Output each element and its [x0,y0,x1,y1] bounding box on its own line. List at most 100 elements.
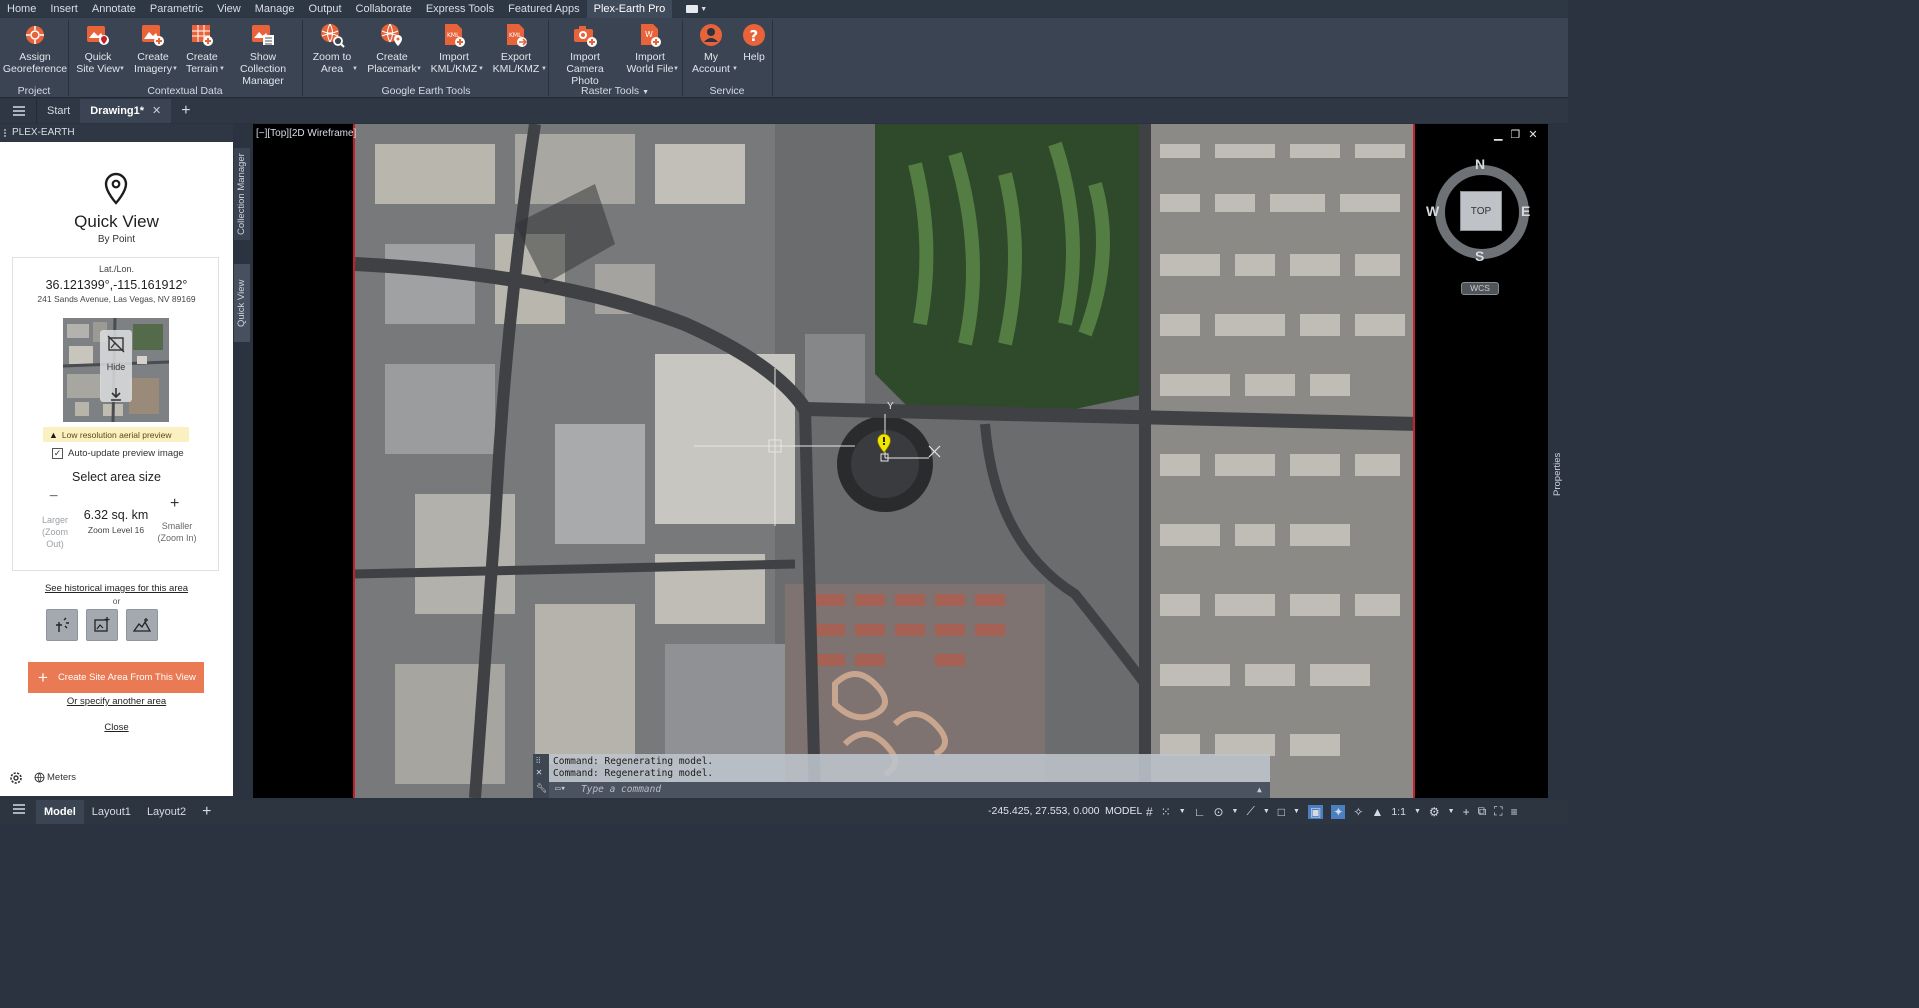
chevron-down-icon[interactable]: ▼ [416,66,422,72]
chevron-down-icon[interactable]: ▼ [673,66,679,72]
hamburger-icon[interactable]: ≡ [1511,805,1518,819]
cursor-coordinates[interactable]: -245.425, 27.553, 0.000 [988,805,1100,817]
fullscreen-icon[interactable]: ⛶ [1494,804,1502,819]
workspace-dropdown[interactable]: ▼ [686,3,708,15]
zoom-out-button[interactable]: − [49,488,58,506]
historical-imagery-button[interactable] [46,609,78,641]
tab-output[interactable]: Output [302,0,349,18]
annotation-visibility-icon[interactable]: ✦ [1331,804,1346,819]
annotation-scale-value[interactable]: 1:1 [1391,806,1406,818]
close-icon[interactable]: ✕ [536,767,542,778]
chevron-down-icon[interactable]: ▼ [1448,808,1455,815]
import-camera-photo-button[interactable]: Import Camera Photo [552,22,618,87]
drag-handle-icon[interactable]: ⁞⁞ [536,756,540,765]
chevron-down-icon[interactable]: ▼ [541,66,547,72]
grid-icon[interactable]: # [1146,805,1153,819]
command-prompt-icon[interactable]: ▭▾ [555,784,566,794]
chevron-down-icon[interactable]: ▼ [732,66,738,72]
layout-menu-button[interactable] [0,800,36,824]
tab-annotate[interactable]: Annotate [85,0,143,18]
specify-another-area-link[interactable]: Or specify another area [0,696,233,707]
chevron-down-icon[interactable]: ▼ [1414,808,1421,815]
osnap-icon[interactable]: □ [1278,805,1285,819]
tab-parametric[interactable]: Parametric [143,0,210,18]
tab-drawing1[interactable]: Drawing1* ✕ [80,99,172,123]
chevron-up-icon[interactable]: ▲ [1257,785,1262,794]
model-space-toggle[interactable]: MODEL [1105,805,1142,817]
auto-update-checkbox[interactable]: ✓ [52,448,63,459]
close-icon[interactable]: ✕ [152,99,161,123]
create-site-area-button[interactable]: + Create Site Area From This View [28,662,204,693]
wcs-menu[interactable]: WCS [1461,282,1499,295]
tab-layout2[interactable]: Layout2 [139,800,194,824]
hide-preview-button[interactable] [107,335,125,356]
annotation-scale-icon[interactable]: ▲ [1371,805,1383,819]
chevron-down-icon[interactable]: ▼ [1263,808,1270,815]
terrain-tool-button[interactable] [126,609,158,641]
tab-home[interactable]: Home [0,0,43,18]
show-collection-manager-button[interactable]: Show Collection Manager [226,22,300,87]
drag-handle-icon[interactable] [4,129,6,137]
selection-cycling-icon[interactable]: ▣ [1307,804,1324,819]
quick-site-view-button[interactable]: Quick Site View [74,22,122,75]
wrench-icon[interactable]: 🔧︎ [536,784,547,794]
isolate-objects-icon[interactable]: ⧉ [1478,804,1487,819]
chevron-down-icon[interactable]: ▼ [1232,808,1239,815]
chevron-down-icon[interactable]: ▼ [1179,808,1186,815]
historical-images-link[interactable]: See historical images for this area [0,583,233,594]
tab-view[interactable]: View [210,0,248,18]
new-layout-button[interactable]: + [194,800,219,824]
tab-model[interactable]: Model [36,800,84,824]
zoom-in-button[interactable]: + [170,495,179,513]
polar-icon[interactable]: ⊙ [1213,805,1223,819]
import-world-file-button[interactable]: W Import World File [622,22,678,75]
tab-featured-apps[interactable]: Featured Apps [501,0,587,18]
application-menu-button[interactable] [0,99,36,123]
chevron-down-icon[interactable]: ▼ [119,66,125,72]
plus-icon[interactable]: + [1463,805,1470,819]
snap-icon[interactable]: ⁙ [1161,805,1171,819]
zoom-to-area-button[interactable]: Zoom to Area [308,22,356,75]
close-link[interactable]: Close [0,722,233,733]
add-imagery-button[interactable] [86,609,118,641]
new-tab-button[interactable]: + [171,99,200,123]
create-imagery-button[interactable]: Create Imagery [130,22,176,75]
restore-icon[interactable]: ❐ [1510,128,1520,141]
tab-quick-view[interactable]: Quick View [234,264,250,342]
assign-georeference-button[interactable]: Assign Georeference [3,22,67,75]
import-kml-button[interactable]: KML Import KML/KMZ [428,22,480,75]
settings-button[interactable] [8,770,24,789]
units-selector[interactable]: Meters [34,772,76,783]
tab-start[interactable]: Start [36,99,80,123]
placemark-pin-icon[interactable] [876,433,892,458]
create-placemark-button[interactable]: Create Placemark [366,22,418,75]
tab-collaborate[interactable]: Collaborate [349,0,419,18]
ortho-icon[interactable]: ∟ [1194,805,1206,819]
drawing-viewport[interactable]: [−][Top][2D Wireframe] Y ▁ ❐ ✕ TOP N S E… [253,124,1548,798]
chevron-down-icon[interactable]: ▼ [172,66,178,72]
chevron-down-icon[interactable]: ▼ [478,66,484,72]
viewcube-top-face[interactable]: TOP [1460,191,1502,231]
tab-insert[interactable]: Insert [43,0,85,18]
chevron-down-icon[interactable]: ▼ [219,66,225,72]
close-icon[interactable]: ✕ [1528,128,1537,141]
tab-express-tools[interactable]: Express Tools [419,0,501,18]
viewport-controls-label[interactable]: [−][Top][2D Wireframe] [256,128,356,139]
command-input[interactable]: Type a command [581,784,661,795]
tab-properties[interactable]: Properties [1552,440,1565,496]
chevron-down-icon[interactable]: ▼ [1293,808,1300,815]
isodraft-icon[interactable]: ⟋ [1246,804,1254,819]
auto-scale-icon[interactable]: ✧ [1353,805,1363,819]
group-label-raster-tools[interactable]: Raster Tools ▼ [550,84,680,98]
download-preview-button[interactable] [108,386,124,405]
export-kml-button[interactable]: KML Export KML/KMZ [490,22,542,75]
minimize-icon[interactable]: ▁ [1494,128,1502,141]
help-button[interactable]: ? Help [738,22,770,63]
tab-plex-earth-pro[interactable]: Plex-Earth Pro [586,0,673,18]
gear-icon[interactable]: ⚙︎ [1429,805,1440,819]
tab-collection-manager[interactable]: Collection Manager [234,148,250,240]
chevron-down-icon[interactable]: ▼ [352,66,358,72]
create-terrain-button[interactable]: Create Terrain [180,22,224,75]
tab-manage[interactable]: Manage [248,0,302,18]
tab-layout1[interactable]: Layout1 [84,800,139,824]
